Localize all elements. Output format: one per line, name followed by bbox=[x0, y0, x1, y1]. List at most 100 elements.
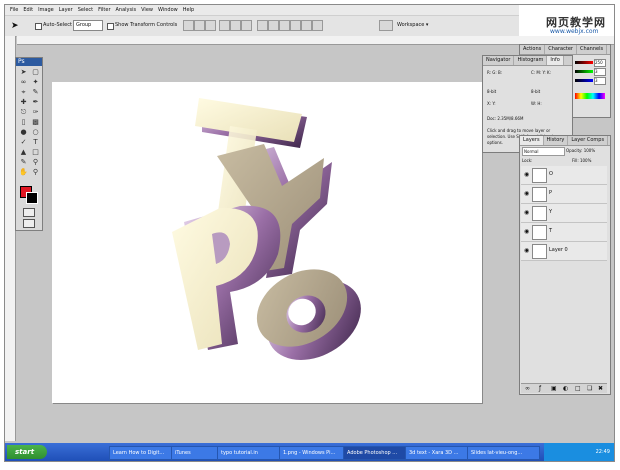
align-left-icon[interactable] bbox=[219, 20, 230, 31]
fill-field[interactable]: Fill: 100% bbox=[572, 158, 591, 163]
menu-window[interactable]: Window bbox=[158, 5, 178, 15]
taskbar-button[interactable]: Learn How to Digit... bbox=[109, 446, 172, 460]
taskbar-button[interactable]: typo tutorial.in bbox=[217, 446, 280, 460]
tab-history[interactable]: History bbox=[544, 136, 569, 145]
taskbar-button[interactable]: Slides lat-vieu-ong... bbox=[467, 446, 540, 460]
color-slider-green[interactable] bbox=[575, 70, 593, 73]
distribute-bottom-icon[interactable] bbox=[279, 20, 290, 31]
quick-mask-icon[interactable] bbox=[23, 208, 35, 217]
lasso-icon[interactable]: ∞ bbox=[18, 78, 29, 87]
layer-row[interactable]: ◉ Layer 0 bbox=[521, 242, 607, 261]
adjustment-layer-icon[interactable]: ◐ bbox=[563, 385, 568, 392]
align-vcenter-icon[interactable] bbox=[194, 20, 205, 31]
show-transform-checkbox[interactable] bbox=[107, 23, 114, 30]
link-layers-icon[interactable]: ∞ bbox=[525, 385, 530, 392]
layer-style-icon[interactable]: ƒ bbox=[539, 385, 541, 392]
path-select-icon[interactable]: ▲ bbox=[18, 148, 29, 157]
eye-icon[interactable]: ◉ bbox=[524, 247, 529, 254]
tab-layer-comps[interactable]: Layer Comps bbox=[568, 136, 609, 145]
layer-row[interactable]: ◉ O bbox=[521, 166, 607, 185]
trash-icon[interactable]: ✖ bbox=[598, 385, 603, 392]
color-ramp[interactable] bbox=[575, 93, 605, 99]
eye-icon[interactable]: ◉ bbox=[524, 228, 529, 235]
menu-layer[interactable]: Layer bbox=[59, 5, 73, 15]
layer-mask-icon[interactable]: ▣ bbox=[551, 385, 557, 392]
tab-info[interactable]: Info bbox=[547, 56, 564, 65]
tools-panel-header[interactable]: Ps bbox=[16, 58, 42, 66]
eye-icon[interactable]: ◉ bbox=[524, 209, 529, 216]
pen-icon[interactable]: ✓ bbox=[18, 138, 29, 147]
color-value-red[interactable]: 250 bbox=[594, 59, 606, 67]
color-value-green[interactable]: 3 bbox=[594, 68, 606, 76]
zoom-icon[interactable]: ⚲ bbox=[30, 168, 41, 177]
taskbar-button[interactable]: 1.png - Windows Pi... bbox=[279, 446, 344, 460]
hand-icon[interactable]: ✋ bbox=[18, 168, 29, 177]
layer-row[interactable]: ◉ Y bbox=[521, 204, 607, 223]
menu-image[interactable]: Image bbox=[38, 5, 54, 15]
blend-mode-dropdown[interactable]: Normal bbox=[522, 147, 565, 156]
menu-view[interactable]: View bbox=[141, 5, 153, 15]
eye-icon[interactable]: ◉ bbox=[524, 190, 529, 197]
color-slider-red[interactable] bbox=[575, 61, 593, 64]
move-tool-icon[interactable]: ➤ bbox=[11, 20, 25, 32]
move-icon[interactable]: ➤ bbox=[18, 68, 29, 77]
tab-layers[interactable]: Layers bbox=[520, 136, 544, 145]
marquee-icon[interactable]: ▢ bbox=[30, 68, 41, 77]
distribute-hcenter-icon[interactable] bbox=[301, 20, 312, 31]
brush-icon[interactable]: ✒ bbox=[30, 98, 41, 107]
eye-icon[interactable]: ◉ bbox=[524, 171, 529, 178]
menu-filter[interactable]: Filter bbox=[98, 5, 110, 15]
document-canvas[interactable] bbox=[52, 82, 482, 403]
menu-edit[interactable]: Edit bbox=[23, 5, 33, 15]
menu-file[interactable]: File bbox=[10, 5, 18, 15]
taskbar-button[interactable]: iTunes bbox=[171, 446, 218, 460]
align-right-icon[interactable] bbox=[241, 20, 252, 31]
opacity-field[interactable]: Opacity: 100% bbox=[566, 148, 595, 153]
color-value-blue[interactable]: 3 bbox=[594, 77, 606, 85]
type-icon[interactable]: T bbox=[30, 138, 41, 147]
layer-row[interactable]: ◉ T bbox=[521, 223, 607, 242]
stamp-icon[interactable]: ⎋ bbox=[18, 108, 29, 117]
new-layer-icon[interactable]: ❏ bbox=[587, 385, 592, 392]
distribute-top-icon[interactable] bbox=[257, 20, 268, 31]
magic-wand-icon[interactable]: ✦ bbox=[30, 78, 41, 87]
blur-icon[interactable]: ● bbox=[18, 128, 29, 137]
align-bottom-icon[interactable] bbox=[205, 20, 216, 31]
auto-select-dropdown[interactable]: Group bbox=[73, 20, 103, 31]
tab-histogram[interactable]: Histogram bbox=[514, 56, 548, 65]
distribute-left-icon[interactable] bbox=[290, 20, 301, 31]
menu-help[interactable]: Help bbox=[183, 5, 194, 15]
workspace-menu[interactable]: Workspace ▾ bbox=[397, 22, 428, 28]
auto-select-checkbox[interactable] bbox=[35, 23, 42, 30]
menu-analysis[interactable]: Analysis bbox=[116, 5, 137, 15]
align-hcenter-icon[interactable] bbox=[230, 20, 241, 31]
tab-navigator[interactable]: Navigator bbox=[483, 56, 515, 65]
start-button[interactable]: start bbox=[7, 445, 47, 459]
notes-icon[interactable]: ✎ bbox=[18, 158, 29, 167]
taskbar-button[interactable]: Adobe Photoshop ... bbox=[343, 446, 406, 460]
eyedropper-icon[interactable]: ⚲ bbox=[30, 158, 41, 167]
crop-icon[interactable]: ⌖ bbox=[18, 88, 29, 97]
slice-icon[interactable]: ✎ bbox=[30, 88, 41, 97]
screen-mode-icon[interactable] bbox=[23, 219, 35, 228]
align-top-icon[interactable] bbox=[183, 20, 194, 31]
healing-icon[interactable]: ✚ bbox=[18, 98, 29, 107]
background-color-swatch[interactable] bbox=[26, 192, 38, 204]
group-icon[interactable]: □ bbox=[575, 385, 581, 392]
tab-channels[interactable]: Channels bbox=[577, 45, 608, 54]
distribute-vcenter-icon[interactable] bbox=[268, 20, 279, 31]
distribute-right-icon[interactable] bbox=[312, 20, 323, 31]
tab-character[interactable]: Character bbox=[545, 45, 577, 54]
gradient-icon[interactable]: ▩ bbox=[30, 118, 41, 127]
dodge-icon[interactable]: ○ bbox=[30, 128, 41, 137]
color-slider-blue[interactable] bbox=[575, 79, 593, 82]
tab-actions[interactable]: Actions bbox=[520, 45, 546, 54]
history-brush-icon[interactable]: ✑ bbox=[30, 108, 41, 117]
taskbar-button[interactable]: 3d text - Xara 3D ... bbox=[405, 446, 468, 460]
menu-select[interactable]: Select bbox=[78, 5, 93, 15]
layer-row[interactable]: ◉ P bbox=[521, 185, 607, 204]
eraser-icon[interactable]: ▯ bbox=[18, 118, 29, 127]
layer-thumbnail bbox=[532, 187, 547, 202]
workspace-icon[interactable] bbox=[379, 20, 393, 31]
shape-icon[interactable]: □ bbox=[30, 148, 41, 157]
